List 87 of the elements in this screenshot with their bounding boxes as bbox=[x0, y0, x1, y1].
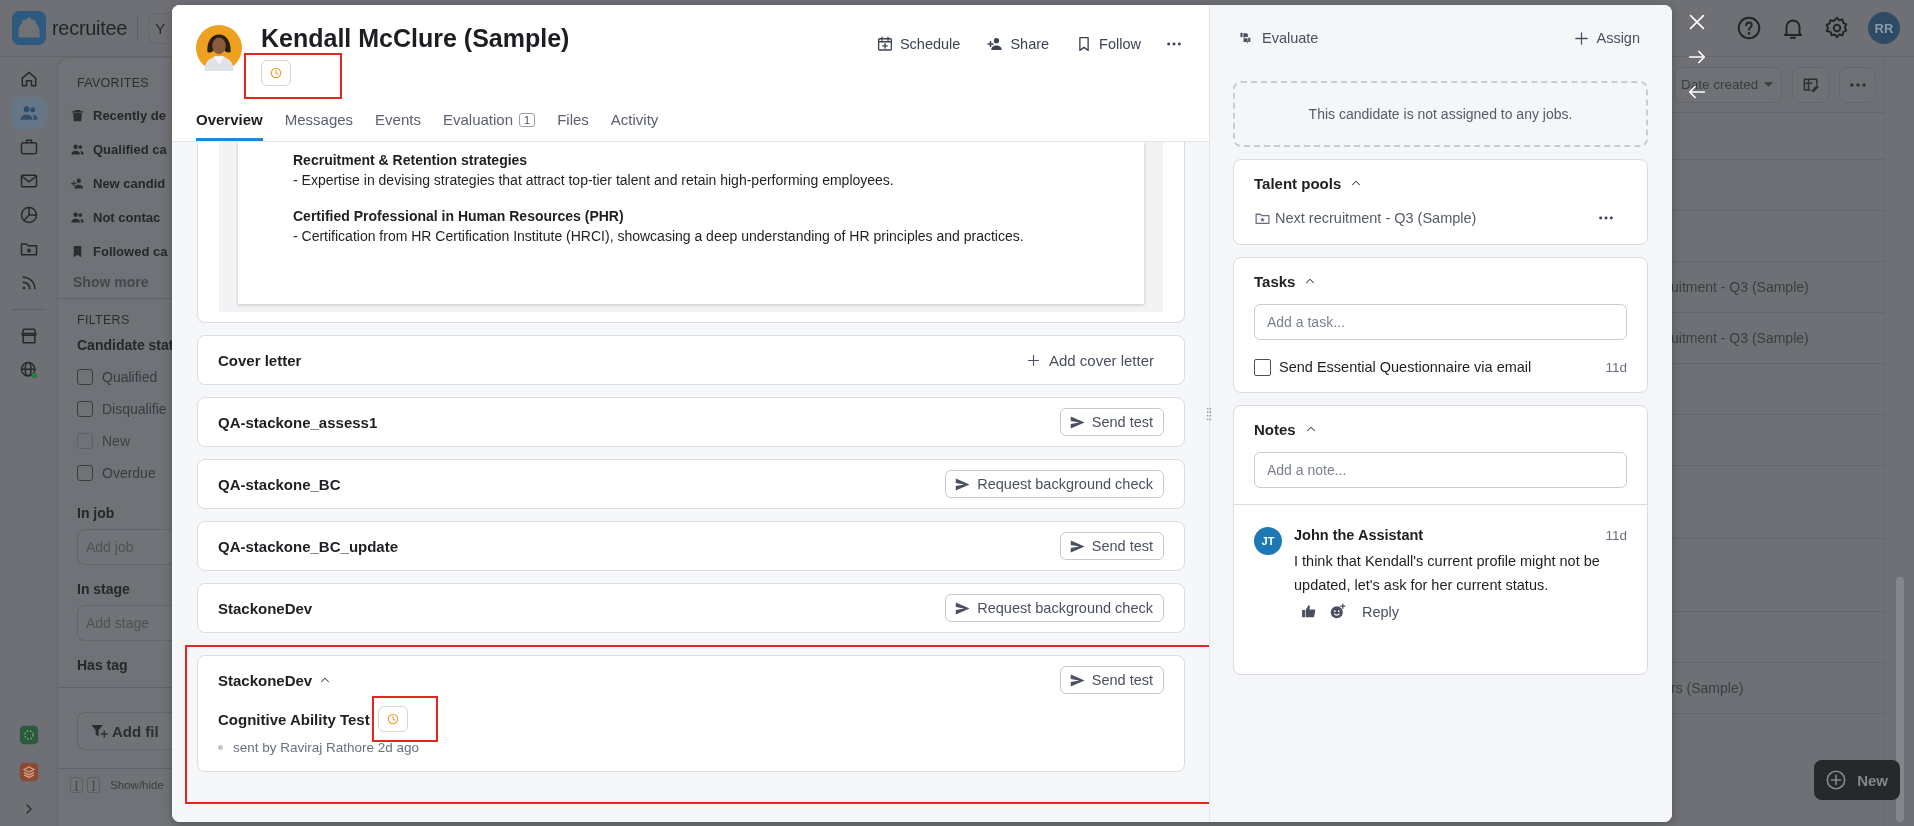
card-title: Tasks bbox=[1254, 272, 1296, 290]
status-badge[interactable] bbox=[261, 60, 291, 86]
send-button[interactable]: Send test bbox=[1059, 666, 1164, 694]
resume-heading: Recruitment & Retention strategies bbox=[293, 151, 529, 168]
settings-icon bbox=[1824, 15, 1850, 41]
plus-circle-icon bbox=[1825, 769, 1848, 791]
test-name: Cognitive Ability Test bbox=[218, 710, 370, 728]
card-title: Talent pools bbox=[1254, 174, 1342, 192]
globe-icon bbox=[18, 360, 39, 380]
section-heading: FAVORITES bbox=[77, 76, 150, 90]
tab[interactable]: Activity bbox=[610, 105, 659, 141]
section-heading: FILTERS bbox=[77, 313, 131, 327]
key-cap: ] bbox=[87, 777, 101, 793]
note-author: John the Assistant bbox=[1294, 527, 1424, 543]
task-label: Send Essential Questionnaire via email bbox=[1279, 359, 1532, 375]
resume-text: - Expertise in devising strategies that attract top-tier talent and retain high-performing employees. bbox=[293, 172, 895, 188]
caret-icon bbox=[1764, 82, 1774, 87]
card-title: QA-stackone_BC_update bbox=[218, 537, 399, 555]
card-title: StackoneDev bbox=[218, 599, 313, 617]
tab[interactable]: Files bbox=[557, 105, 589, 141]
person-plus-icon bbox=[986, 35, 1005, 53]
task-age: 11d bbox=[1605, 359, 1627, 375]
tab[interactable]: Messages bbox=[284, 105, 354, 141]
action-button[interactable]: Follow bbox=[1075, 35, 1141, 53]
more-icon bbox=[1599, 216, 1613, 220]
help-icon bbox=[1736, 15, 1762, 41]
card-title: Notes bbox=[1254, 420, 1296, 438]
briefcase-icon bbox=[18, 137, 39, 157]
resume-text: - Certification from HR Certification Institute (HRCI), showcasing a deep understanding of HR principles and practices. bbox=[293, 228, 1025, 244]
card-title: QA-stackone_assess1 bbox=[218, 413, 378, 431]
trash-icon bbox=[70, 107, 85, 123]
table-settings-button[interactable] bbox=[1792, 66, 1830, 103]
new-button[interactable]: New bbox=[1814, 760, 1900, 800]
talent-pool-link[interactable]: Next recruitment - Q3 (Sample) bbox=[1275, 210, 1477, 226]
more-icon bbox=[1849, 82, 1866, 87]
scrollbar[interactable] bbox=[1895, 577, 1904, 822]
note-age: 11d bbox=[1605, 527, 1627, 543]
plus-icon bbox=[1025, 352, 1041, 368]
sent-info: sent by Raviraj Rathore 2d ago bbox=[233, 740, 420, 755]
clock-icon bbox=[385, 712, 400, 726]
send-button[interactable]: Request background check bbox=[945, 470, 1164, 498]
resume-heading: Certified Professional in Human Resources (PHR) bbox=[293, 207, 625, 224]
reply-button[interactable]: Reply bbox=[1358, 603, 1400, 620]
card-title: QA-stackone_BC bbox=[218, 475, 341, 493]
checkbox[interactable] bbox=[1254, 358, 1271, 376]
checkbox[interactable] bbox=[77, 369, 93, 385]
tab[interactable]: Evaluation 1 bbox=[442, 105, 536, 141]
assign-button[interactable]: Assign bbox=[1573, 29, 1640, 47]
calendar-plus-icon bbox=[875, 35, 894, 53]
send-button[interactable]: Send test bbox=[1059, 532, 1164, 560]
react-button[interactable] bbox=[1329, 603, 1346, 620]
mail-icon bbox=[18, 171, 39, 191]
action-button[interactable]: Share bbox=[986, 35, 1050, 53]
card-title: StackoneDev bbox=[218, 671, 313, 689]
note-field[interactable]: Add a note... bbox=[1254, 452, 1627, 488]
emoji-icon bbox=[1329, 603, 1346, 620]
more-icon bbox=[1167, 42, 1181, 46]
empty-message: This candidate is not assigned to any jobs. bbox=[1308, 106, 1573, 122]
candidate-name: Kendall McClure (Sample) bbox=[261, 25, 570, 51]
app-icon bbox=[18, 724, 39, 745]
nav-item[interactable] bbox=[10, 97, 47, 129]
checkbox[interactable] bbox=[77, 465, 93, 481]
tab[interactable]: Events bbox=[375, 105, 421, 141]
people-icon bbox=[18, 103, 39, 123]
author-avatar: JT bbox=[1254, 527, 1282, 555]
logo-text: recruitee bbox=[52, 16, 128, 40]
layers-icon bbox=[18, 761, 39, 782]
plus-icon bbox=[1573, 29, 1591, 47]
like-button[interactable] bbox=[1300, 603, 1317, 620]
note-text: I think that Kendall's current profile might not be updated, let's ask for her current status. bbox=[1294, 552, 1601, 595]
status-badge[interactable] bbox=[377, 706, 408, 732]
card-title: Cover letter bbox=[218, 351, 302, 369]
filter-label: Has tag bbox=[77, 657, 129, 673]
action-button[interactable]: Schedule bbox=[875, 35, 961, 53]
checkbox[interactable] bbox=[77, 401, 93, 417]
clock-icon bbox=[269, 66, 283, 80]
add-cover-letter-button[interactable]: Add cover letter bbox=[1025, 351, 1164, 369]
evaluate-button[interactable]: Evaluate bbox=[1239, 29, 1319, 47]
send-button[interactable]: Request background check bbox=[945, 594, 1164, 622]
filter-label: In job bbox=[77, 505, 116, 521]
filter-label: In stage bbox=[77, 581, 131, 597]
send-button[interactable]: Send test bbox=[1059, 408, 1164, 436]
task-field[interactable]: Add a task... bbox=[1254, 304, 1627, 340]
thumbs-up-icon bbox=[1300, 603, 1317, 620]
filter-icon bbox=[90, 722, 108, 740]
pie-chart-icon bbox=[18, 205, 39, 225]
key-cap: [ bbox=[70, 777, 84, 793]
